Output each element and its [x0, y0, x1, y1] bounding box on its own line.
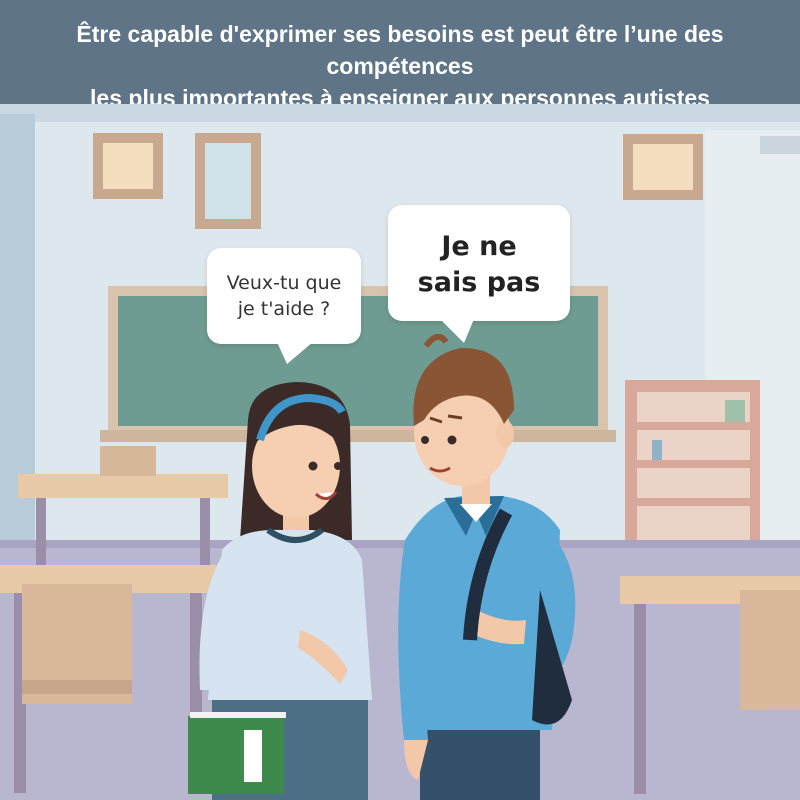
wall-frame-2: [195, 133, 261, 229]
girl-speech-line-1: Veux-tu que: [226, 272, 342, 294]
illustration: Être capable d'exprimer ses besoins est …: [0, 0, 800, 800]
floor-edge: [0, 540, 800, 548]
boy-speech-line-2: sais pas: [417, 267, 541, 298]
header-banner: Être capable d'exprimer ses besoins est …: [0, 0, 800, 111]
speech-bubble-tail: [277, 342, 313, 364]
speech-bubble-boy: Je ne sais pas: [388, 205, 570, 343]
boy-speech-line-1: Je ne: [441, 231, 517, 262]
ceiling-trim: [0, 104, 800, 122]
wall-frame-1: [93, 133, 163, 199]
left-wall-edge: [0, 114, 35, 574]
speech-bubble-tail: [440, 319, 474, 343]
wall-frame-3: [623, 134, 703, 200]
banner-line-1: Être capable d'exprimer ses besoins est …: [76, 21, 724, 79]
ac-unit: [760, 136, 800, 154]
bookshelf: [625, 380, 760, 566]
speech-bubble-girl: Veux-tu que je t'aide ?: [207, 248, 361, 364]
girl-speech-line-2: je t'aide ?: [237, 298, 331, 320]
